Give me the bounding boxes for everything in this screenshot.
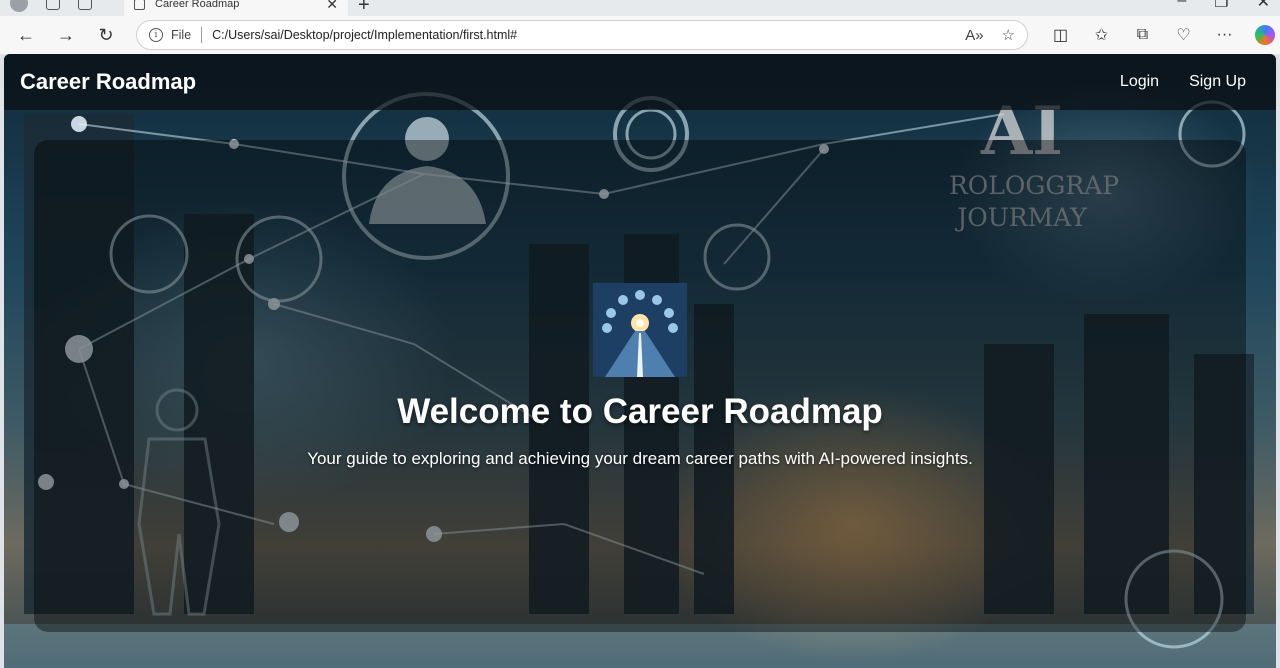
- more-options-icon[interactable]: ···: [1204, 26, 1245, 44]
- minimize-icon[interactable]: –: [1177, 0, 1186, 12]
- refresh-icon[interactable]: ↻: [86, 25, 126, 46]
- forward-icon[interactable]: →: [46, 25, 86, 46]
- tab-title: Career Roadmap: [155, 0, 240, 10]
- info-icon[interactable]: i: [149, 28, 163, 42]
- hero-title: Welcome to Career Roadmap: [397, 392, 883, 431]
- new-tab-icon[interactable]: +: [358, 0, 370, 17]
- copilot-icon[interactable]: [1255, 25, 1275, 45]
- back-icon[interactable]: ←: [6, 25, 46, 46]
- nav-links: Login Sign Up: [1120, 73, 1260, 91]
- browser-toolbar: ← → ↻ i File C:/Users/sai/Desktop/projec…: [0, 16, 1280, 54]
- read-aloud-icon[interactable]: A»: [965, 27, 983, 44]
- brand-logo-text[interactable]: Career Roadmap: [20, 69, 196, 95]
- workspaces-icon[interactable]: [46, 0, 60, 10]
- roadmap-logo-image: [593, 283, 687, 377]
- login-link[interactable]: Login: [1120, 73, 1159, 91]
- address-url[interactable]: C:/Users/sai/Desktop/project/Implementat…: [212, 28, 947, 42]
- address-scheme: File: [171, 28, 192, 42]
- collections-icon[interactable]: ⧉: [1122, 26, 1163, 44]
- favorites-icon[interactable]: ✩: [1081, 25, 1122, 45]
- browser-essentials-icon[interactable]: ♡: [1163, 25, 1204, 45]
- window-controls: – ❐ ✕: [1177, 0, 1270, 12]
- web-page: AI ROLOGGRAP JOURMAY Career Roadmap Logi…: [4, 54, 1276, 668]
- close-window-icon[interactable]: ✕: [1257, 0, 1270, 12]
- tab-actions-icon[interactable]: [78, 0, 92, 10]
- address-separator: [201, 27, 203, 43]
- page-icon: [134, 0, 145, 10]
- tab-strip-controls: [10, 0, 92, 12]
- hero-overlay-card: [34, 140, 1246, 632]
- split-screen-icon[interactable]: ◫: [1040, 25, 1081, 45]
- browser-tab-strip: Career Roadmap ✕ + – ❐ ✕: [0, 0, 1280, 16]
- address-bar[interactable]: i File C:/Users/sai/Desktop/project/Impl…: [136, 20, 1028, 50]
- favorite-star-icon[interactable]: ☆: [1002, 26, 1015, 44]
- site-navbar: Career Roadmap Login Sign Up: [4, 54, 1276, 110]
- close-tab-icon[interactable]: ✕: [326, 0, 338, 13]
- tab-career-roadmap[interactable]: Career Roadmap ✕: [124, 0, 348, 16]
- toolbar-right-buttons: ◫ ✩ ⧉ ♡ ···: [1040, 16, 1275, 54]
- signup-link[interactable]: Sign Up: [1189, 73, 1246, 91]
- profile-icon[interactable]: [10, 0, 28, 12]
- hero-subtitle: Your guide to exploring and achieving yo…: [307, 449, 973, 468]
- restore-icon[interactable]: ❐: [1214, 0, 1228, 12]
